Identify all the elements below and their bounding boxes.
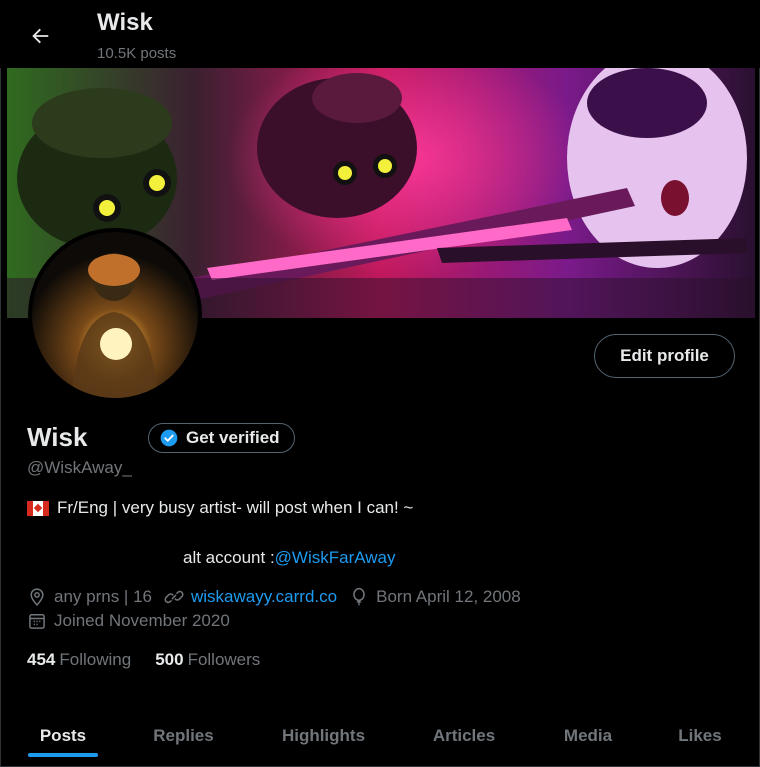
active-tab-indicator (28, 753, 98, 757)
profile-meta-row-1: any prns | 16 wiskawayy.carrd.co Born Ap… (27, 587, 533, 607)
followers-count: 500 (155, 650, 184, 669)
following-link[interactable]: 454 Following (27, 650, 131, 670)
verified-badge-icon (160, 429, 178, 447)
alt-account-link[interactable]: @WiskFarAway (275, 548, 396, 567)
avatar[interactable] (28, 228, 202, 402)
bio-line-2: alt account :@WiskFarAway (183, 548, 396, 568)
calendar-icon (29, 614, 45, 629)
pronouns-text: any prns | 16 (54, 587, 152, 606)
joined-item: Joined November 2020 (27, 611, 230, 631)
bio-line-1: Fr/Eng | very busy artist- will post whe… (27, 498, 413, 518)
birthday-item: Born April 12, 2008 (349, 587, 521, 607)
profile-name: Wisk (27, 422, 88, 452)
balloon-icon (353, 587, 365, 606)
bio-alt-prefix: alt account : (183, 548, 275, 567)
avatar-image (32, 232, 198, 398)
location-icon (30, 588, 44, 606)
follow-stats: 454 Following 500 Followers (27, 650, 260, 670)
tab-likes[interactable]: Likes (660, 704, 740, 767)
profile-tabs: Posts Replies Highlights Articles Media … (0, 704, 760, 767)
birthday-text: Born April 12, 2008 (376, 587, 521, 606)
tab-highlights[interactable]: Highlights (262, 704, 385, 767)
following-label: Following (59, 650, 132, 669)
following-count: 454 (27, 650, 56, 669)
bio-text: Fr/Eng | very busy artist- will post whe… (57, 498, 414, 517)
profile-handle: @WiskAway_ (27, 458, 132, 477)
followers-label: Followers (187, 650, 261, 669)
tab-media[interactable]: Media (540, 704, 636, 767)
followers-link[interactable]: 500 Followers (155, 650, 260, 670)
tab-posts[interactable]: Posts (14, 704, 112, 767)
canada-flag-icon (27, 500, 49, 516)
tab-articles[interactable]: Articles (412, 704, 516, 767)
get-verified-button[interactable]: Get verified (148, 423, 295, 453)
profile-meta-row-2: Joined November 2020 (27, 611, 242, 631)
website-item[interactable]: wiskawayy.carrd.co (164, 587, 337, 607)
website-link[interactable]: wiskawayy.carrd.co (191, 587, 337, 607)
back-arrow-icon (32, 28, 49, 44)
back-button[interactable] (20, 16, 60, 56)
profile-header: Wisk 10.5K posts (0, 0, 760, 68)
edit-profile-button[interactable]: Edit profile (594, 334, 735, 378)
pronouns-item: any prns | 16 (27, 587, 152, 607)
joined-text: Joined November 2020 (54, 611, 230, 630)
header-post-count: 10.5K posts (97, 45, 177, 62)
header-title: Wisk (97, 9, 153, 36)
link-icon (164, 590, 184, 604)
tab-replies[interactable]: Replies (130, 704, 237, 767)
get-verified-label: Get verified (186, 428, 280, 447)
